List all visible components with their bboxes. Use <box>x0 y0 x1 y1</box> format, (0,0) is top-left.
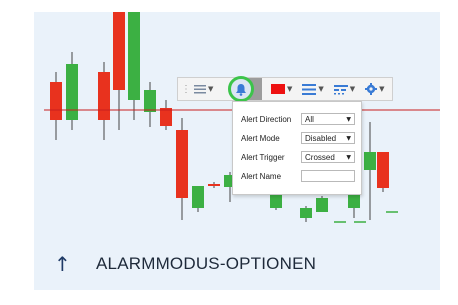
line-weight-icon <box>302 83 317 95</box>
alert-direction-select[interactable]: All ▼ <box>301 113 355 125</box>
arrow-up-icon: ↑ <box>54 252 71 276</box>
chevron-down-icon: ▼ <box>349 85 356 93</box>
candle-body <box>208 184 220 186</box>
alert-mode-row: Alert Mode Disabled ▼ <box>241 131 355 145</box>
alert-direction-label: Alert Direction <box>241 114 292 124</box>
alert-trigger-value: Crossed <box>305 152 335 162</box>
candle-body <box>98 72 110 120</box>
toolbar-right-group: ▼ ▼ ▼ ▼ <box>268 79 392 99</box>
indicator-list-icon <box>194 85 206 94</box>
settings-gear-icon <box>365 83 378 95</box>
feature-card: ⋮ ▼ ▼ ▼ ▼ ▼ Alert Direction All ▼ Alert … <box>34 12 440 290</box>
alert-trigger-select[interactable]: Crossed ▼ <box>301 151 355 163</box>
alert-mode-label: Alert Mode <box>241 133 280 143</box>
chevron-down-icon: ▼ <box>346 153 351 161</box>
card-footer[interactable]: ↑ ALARMMODUS-OPTIONEN <box>34 238 440 290</box>
line-color-swatch <box>271 84 285 94</box>
alert-name-input[interactable] <box>301 170 355 182</box>
indicator-list-button[interactable]: ▼ <box>191 79 216 99</box>
candle-body <box>300 208 312 218</box>
candle-body <box>176 130 188 198</box>
chevron-down-icon: ▼ <box>379 85 385 93</box>
candle-body <box>128 12 140 100</box>
drag-handle-icon[interactable]: ⋮ <box>181 84 191 95</box>
line-weight-button[interactable]: ▼ <box>299 79 326 99</box>
line-style-button[interactable]: ▼ <box>331 79 358 99</box>
alert-name-row: Alert Name <box>241 169 355 183</box>
candle-body <box>377 152 389 188</box>
candle-body <box>66 64 78 120</box>
footer-title: ALARMMODUS-OPTIONEN <box>96 254 317 273</box>
alert-trigger-row: Alert Trigger Crossed ▼ <box>241 150 355 164</box>
candle-body <box>270 194 282 208</box>
alert-direction-row: Alert Direction All ▼ <box>241 112 355 126</box>
alert-direction-value: All <box>305 114 314 124</box>
candle-body <box>364 152 376 170</box>
chevron-down-icon: ▼ <box>208 85 214 93</box>
alert-name-label: Alert Name <box>241 171 282 181</box>
candle-body <box>160 108 172 126</box>
chevron-down-icon: ▼ <box>318 85 324 93</box>
alert-mode-select[interactable]: Disabled ▼ <box>301 132 355 144</box>
alert-mode-value: Disabled <box>305 133 337 143</box>
alert-trigger-label: Alert Trigger <box>241 152 285 162</box>
line-style-icon <box>333 84 348 94</box>
candle-body <box>316 198 328 212</box>
chevron-down-icon: ▼ <box>346 115 351 123</box>
bell-button[interactable] <box>228 76 254 102</box>
candle-body <box>144 90 156 112</box>
bell-icon <box>236 83 246 96</box>
candle-body <box>113 12 125 90</box>
candle-body <box>192 186 204 208</box>
chevron-down-icon: ▼ <box>287 85 293 93</box>
color-picker-button[interactable]: ▼ <box>268 79 295 99</box>
candle-body <box>50 82 62 120</box>
alert-options-panel: Alert Direction All ▼ Alert Mode Disable… <box>232 101 362 195</box>
chevron-down-icon: ▼ <box>346 134 351 142</box>
settings-button[interactable]: ▼ <box>362 79 387 99</box>
